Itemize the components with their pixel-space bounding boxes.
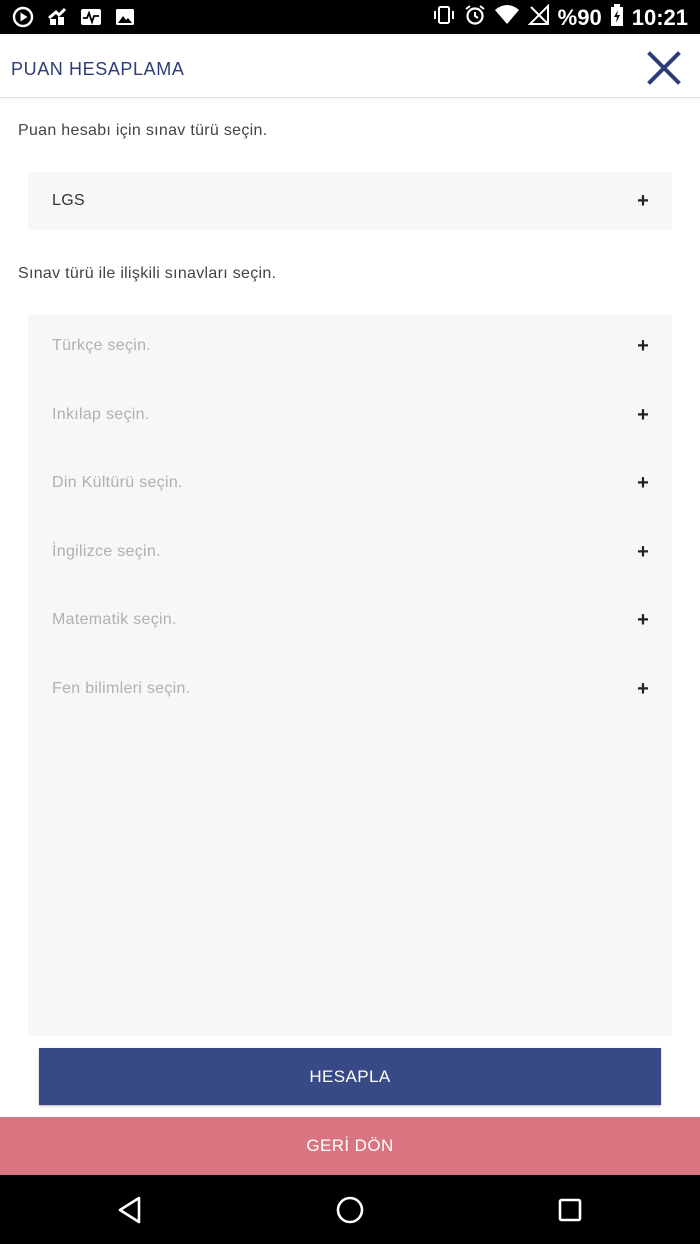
exam-select-matematik[interactable]: Matematik seçin. + — [28, 591, 672, 649]
exam-select-label: Din Kültürü seçin. — [52, 474, 183, 491]
recents-square-icon — [558, 1198, 582, 1222]
plus-icon: + — [637, 677, 649, 700]
app-bar: PUAN HESAPLAMA — [0, 34, 700, 98]
plus-icon: + — [637, 540, 649, 563]
nav-home-button[interactable] — [332, 1192, 368, 1228]
no-signal-icon — [527, 3, 550, 32]
page-title: PUAN HESAPLAMA — [11, 59, 185, 79]
notification-icon — [46, 6, 68, 28]
alarm-icon — [464, 4, 486, 32]
exam-select-inkilap[interactable]: Inkılap seçin. + — [28, 386, 672, 444]
exam-type-value: LGS — [52, 192, 85, 209]
play-store-icon — [12, 6, 34, 28]
clock: 10:21 — [631, 5, 688, 30]
plus-icon: + — [637, 608, 649, 631]
calculate-button[interactable]: HESAPLA — [39, 1048, 661, 1105]
exam-select-label: Matematik seçin. — [52, 611, 177, 628]
exam-list: Türkçe seçin. + Inkılap seçin. + Din Kül… — [28, 315, 672, 1036]
plus-icon: + — [637, 471, 649, 494]
heartbeat-icon — [80, 6, 102, 28]
close-button[interactable] — [644, 48, 684, 88]
wifi-icon — [494, 4, 520, 32]
battery-icon — [610, 4, 624, 32]
gallery-icon — [114, 6, 136, 28]
exam-select-label: İngilizce seçin. — [52, 543, 161, 560]
exams-prompt: Sınav türü ile ilişkili sınavları seçin. — [18, 265, 277, 282]
exam-select-label: Inkılap seçin. — [52, 406, 150, 423]
status-bar: %90 10:21 — [0, 0, 700, 34]
nav-recents-button[interactable] — [552, 1192, 588, 1228]
exam-type-prompt: Puan hesabı için sınav türü seçin. — [18, 122, 268, 139]
home-circle-icon — [336, 1196, 364, 1224]
exam-select-ingilizce[interactable]: İngilizce seçin. + — [28, 523, 672, 581]
exam-select-turkce[interactable]: Türkçe seçin. + — [28, 317, 672, 375]
exam-type-select[interactable]: LGS + — [28, 172, 672, 230]
exam-type-row[interactable]: LGS + — [28, 172, 672, 230]
status-left-icons — [12, 6, 136, 28]
plus-icon: + — [637, 334, 649, 357]
exam-select-label: Fen bilimleri seçin. — [52, 680, 191, 697]
nav-back-button[interactable] — [112, 1192, 148, 1228]
system-nav-bar — [0, 1175, 700, 1244]
exam-select-fen-bilimleri[interactable]: Fen bilimleri seçin. + — [28, 660, 672, 718]
exam-select-din-kulturu[interactable]: Din Kültürü seçin. + — [28, 454, 672, 512]
back-triangle-icon — [118, 1196, 141, 1224]
exam-select-label: Türkçe seçin. — [52, 337, 152, 354]
close-icon — [647, 51, 681, 85]
battery-percent: %90 — [557, 5, 602, 30]
status-right: %90 10:21 — [432, 3, 688, 32]
vibrate-icon — [432, 4, 456, 32]
plus-icon: + — [637, 403, 649, 426]
back-button[interactable]: GERİ DÖN — [0, 1117, 700, 1175]
plus-icon: + — [637, 189, 649, 212]
